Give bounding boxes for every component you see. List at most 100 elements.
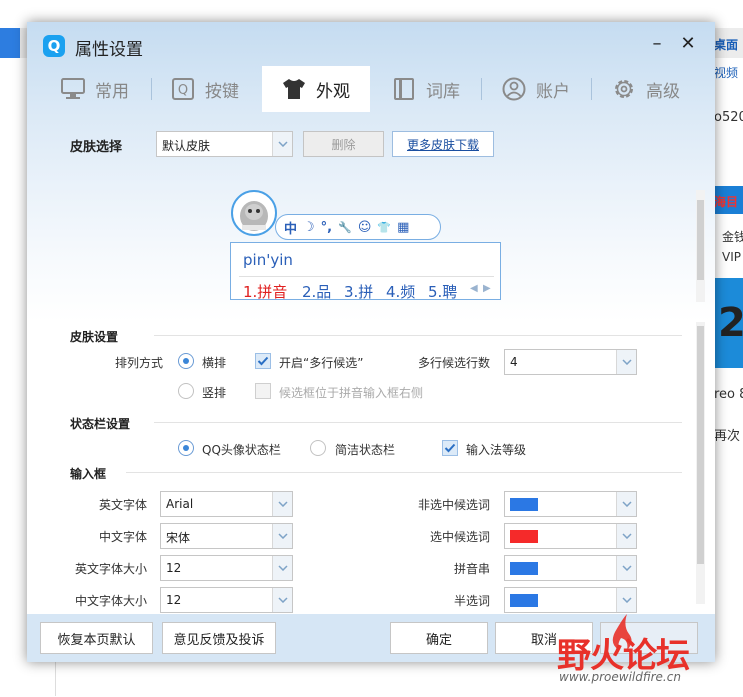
skin-select-dropdown[interactable]: 默认皮肤 bbox=[156, 131, 293, 157]
book-icon bbox=[392, 77, 416, 101]
candidate-4[interactable]: 4.频 bbox=[386, 281, 415, 302]
title-bar[interactable]: Q 属性设置 – ✕ bbox=[27, 22, 715, 66]
tab-label: 词库 bbox=[426, 81, 460, 102]
multiline-rows-value: 4 bbox=[510, 355, 518, 369]
tab-label: 常用 bbox=[95, 81, 129, 102]
watermark-url: www.proewildfire.cn bbox=[559, 670, 681, 684]
unselected-color-select[interactable] bbox=[504, 491, 637, 517]
monitor-icon bbox=[61, 77, 85, 101]
background-accent bbox=[0, 28, 20, 58]
half-selected-label: 半选词 bbox=[454, 594, 491, 608]
arrangement-label: 排列方式 bbox=[115, 356, 164, 370]
tab-common[interactable]: 常用 bbox=[41, 66, 149, 112]
punctuation-icon[interactable]: °, bbox=[321, 220, 332, 235]
restore-defaults-button[interactable]: 恢复本页默认 bbox=[40, 622, 153, 654]
pinyin-color-swatch bbox=[510, 562, 538, 575]
close-button[interactable]: ✕ bbox=[676, 32, 700, 56]
bg-text-gold: 金钱 bbox=[722, 230, 743, 244]
smiley-icon[interactable]: ☺ bbox=[358, 220, 372, 235]
more-skins-link[interactable]: 更多皮肤下载 bbox=[392, 131, 494, 157]
grid-icon[interactable]: ▦ bbox=[397, 220, 409, 235]
bg-text-video[interactable]: 视频 bbox=[714, 64, 738, 81]
shirt-icon bbox=[282, 77, 306, 101]
en-size-label: 英文字体大小 bbox=[75, 562, 148, 576]
unselected-color-swatch bbox=[510, 498, 538, 511]
tab-keys[interactable]: Q 按键 bbox=[151, 66, 259, 112]
tab-lexicon[interactable]: 词库 bbox=[372, 66, 480, 112]
bg-text-reo: reo 8. bbox=[714, 387, 743, 402]
cn-font-label: 中文字体 bbox=[99, 530, 148, 544]
wrench-icon[interactable]: 🔧 bbox=[338, 221, 352, 234]
section-divider bbox=[154, 335, 682, 336]
pinyin-color-select[interactable] bbox=[504, 555, 637, 581]
skin-select-value: 默认皮肤 bbox=[162, 139, 211, 153]
simple-status-radio[interactable] bbox=[310, 440, 326, 456]
multiline-checkbox[interactable] bbox=[255, 353, 271, 369]
preview-scrollbar[interactable] bbox=[696, 190, 705, 302]
tab-account[interactable]: 账户 bbox=[482, 66, 590, 112]
candidate-5[interactable]: 5.聘 bbox=[428, 281, 457, 302]
candidate-right-checkbox[interactable] bbox=[255, 383, 271, 399]
candidate-1[interactable]: 1.拼音 bbox=[243, 281, 287, 302]
chevron-down-icon bbox=[272, 524, 292, 548]
ime-level-checkbox[interactable] bbox=[442, 440, 458, 456]
chevron-down-icon bbox=[616, 524, 636, 548]
qq-status-radio[interactable] bbox=[178, 440, 194, 456]
chevron-down-icon bbox=[616, 588, 636, 612]
settings-scrollbar[interactable] bbox=[696, 322, 705, 604]
cn-size-label: 中文字体大小 bbox=[75, 594, 148, 608]
selected-color-select[interactable] bbox=[504, 523, 637, 549]
unselected-label: 非选中候选词 bbox=[418, 498, 491, 512]
en-font-value: Arial bbox=[166, 497, 194, 511]
tab-label: 账户 bbox=[536, 81, 570, 102]
cn-font-select[interactable]: 宋体 bbox=[160, 523, 293, 549]
en-font-select[interactable]: Arial bbox=[160, 491, 293, 517]
tab-label: 高级 bbox=[646, 81, 680, 102]
page-left-icon[interactable]: ◀ bbox=[470, 283, 478, 294]
gear-icon bbox=[612, 77, 636, 101]
tab-appearance[interactable]: 外观 bbox=[262, 66, 370, 112]
feedback-button[interactable]: 意见反馈及投诉 bbox=[162, 622, 276, 654]
cn-font-value: 宋体 bbox=[166, 531, 191, 545]
page-right-icon[interactable]: ▶ bbox=[483, 283, 491, 294]
simple-status-label: 简洁状态栏 bbox=[335, 443, 396, 457]
selected-color-swatch bbox=[510, 530, 538, 543]
ime-level-label: 输入法等级 bbox=[466, 443, 527, 457]
svg-text:Q: Q bbox=[178, 83, 188, 98]
chevron-down-icon bbox=[616, 556, 636, 580]
candidate-divider bbox=[239, 276, 494, 277]
candidate-3[interactable]: 3.拼 bbox=[344, 281, 373, 302]
horizontal-radio[interactable] bbox=[178, 353, 194, 369]
bg-text-o520: o520 bbox=[714, 110, 743, 125]
bg-text-desktop[interactable]: 桌面 bbox=[714, 36, 738, 53]
minimize-button[interactable]: – bbox=[645, 32, 669, 56]
user-icon bbox=[502, 77, 526, 101]
multiline-rows-select[interactable]: 4 bbox=[504, 349, 637, 375]
vertical-radio[interactable] bbox=[178, 383, 194, 399]
candidate-2[interactable]: 2.品 bbox=[302, 281, 331, 302]
skin-shirt-icon[interactable]: 👕 bbox=[377, 221, 391, 234]
tab-label: 按键 bbox=[205, 81, 239, 102]
delete-skin-button[interactable]: 删除 bbox=[303, 131, 384, 157]
section-divider bbox=[154, 422, 682, 423]
chevron-down-icon bbox=[272, 556, 292, 580]
input-box-title: 输入框 bbox=[70, 467, 107, 481]
half-color-swatch bbox=[510, 594, 538, 607]
bg-text-ad: 海目 bbox=[714, 195, 739, 209]
dialog-title: 属性设置 bbox=[75, 40, 143, 60]
cn-size-select[interactable]: 12 bbox=[160, 587, 293, 613]
chevron-down-icon bbox=[272, 492, 292, 516]
cn-size-value: 12 bbox=[166, 593, 182, 607]
half-color-select[interactable] bbox=[504, 587, 637, 613]
pinyin-string-label: 拼音串 bbox=[454, 562, 491, 576]
chinese-mode-toggle[interactable]: 中 bbox=[284, 218, 297, 237]
qq-status-label: QQ头像状态栏 bbox=[202, 443, 281, 457]
tab-advanced[interactable]: 高级 bbox=[592, 66, 700, 112]
status-toolbar: 中 ☽ °, 🔧 ☺ 👕 ▦ bbox=[275, 214, 441, 240]
ok-button[interactable]: 确定 bbox=[390, 622, 488, 654]
moon-icon[interactable]: ☽ bbox=[303, 220, 315, 235]
en-size-select[interactable]: 12 bbox=[160, 555, 293, 581]
bg-text-vip: VIP bbox=[722, 250, 741, 264]
tab-label: 外观 bbox=[316, 81, 350, 102]
pinyin-input-text: pin'yin bbox=[243, 251, 293, 269]
